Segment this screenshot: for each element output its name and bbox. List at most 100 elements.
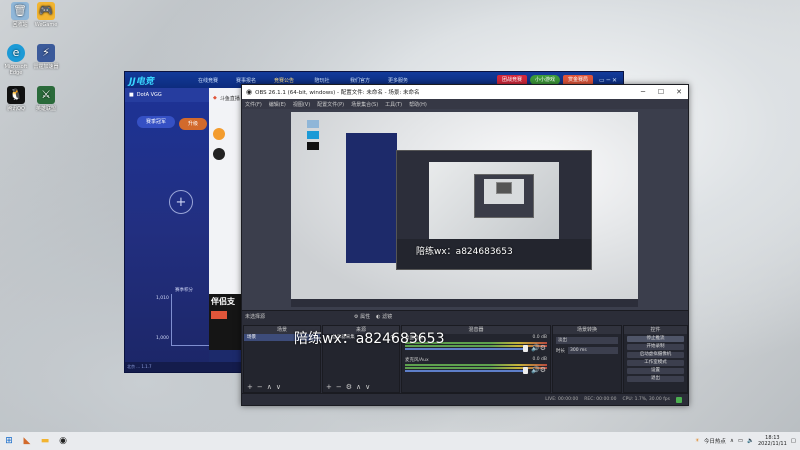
score-mini-chart: 1,010 1,000 bbox=[156, 294, 209, 346]
promo-card[interactable]: 伴侣支 bbox=[209, 294, 244, 350]
obs-logo-icon bbox=[213, 148, 225, 160]
transition-select[interactable]: 淡出 bbox=[556, 337, 618, 344]
taskbar-esports-icon[interactable]: ◣ bbox=[18, 432, 36, 450]
douyu-icon: ◆ bbox=[213, 95, 217, 101]
taskbar-folder-icon[interactable]: ▬ bbox=[36, 432, 54, 450]
obs-app-icon: ◉ bbox=[246, 88, 253, 96]
obs-window[interactable]: ◉ OBS 26.1.1 (64-bit, windows) - 配置文件: 未… bbox=[241, 84, 689, 406]
live-indicator: LIVE: 00:00:00 bbox=[545, 397, 579, 402]
minimize-icon[interactable]: ─ bbox=[634, 88, 652, 96]
nested-desktop-icons bbox=[307, 120, 319, 164]
qq-penguin-icon: 🐧 bbox=[7, 86, 25, 104]
volume-icon[interactable]: 🔈 bbox=[747, 438, 754, 444]
menu-help[interactable]: 帮助(H) bbox=[409, 101, 427, 108]
down-icon[interactable]: ∨ bbox=[276, 383, 281, 391]
weather-icon: ☀ bbox=[694, 438, 700, 444]
volume-knob[interactable] bbox=[523, 345, 528, 352]
edge-icon: e bbox=[7, 44, 25, 62]
nested-esports-window bbox=[346, 133, 397, 263]
recycle-bin-icon: 🗑 bbox=[11, 2, 29, 20]
exit-button[interactable]: 退出 bbox=[627, 376, 684, 382]
transitions-dock: 场景转换 淡出 时长 300 ms bbox=[552, 325, 622, 393]
maximize-icon[interactable]: ☐ bbox=[652, 88, 670, 96]
dota-icon: ■ bbox=[129, 92, 134, 98]
upgrade-tag[interactable]: 升级 bbox=[179, 118, 207, 130]
menu-view[interactable]: 视图(V) bbox=[293, 101, 310, 108]
volume-slider[interactable] bbox=[405, 370, 526, 372]
start-recording-button[interactable]: 开始录制 bbox=[627, 344, 684, 350]
studio-mode-button[interactable]: 工作室模式 bbox=[627, 360, 684, 366]
remove-icon[interactable]: − bbox=[257, 383, 263, 391]
virtual-camera-button[interactable]: 启动虚拟摄像机 bbox=[627, 352, 684, 358]
season-badge[interactable]: 赛季冠军 bbox=[137, 116, 175, 128]
up-icon[interactable]: ∧ bbox=[267, 383, 272, 391]
stop-streaming-button[interactable]: 停止推流 bbox=[627, 336, 684, 342]
add-icon[interactable]: + bbox=[247, 383, 253, 391]
desktop-icon-accelerator[interactable]: ⚡ 雷霆加速器 bbox=[28, 44, 64, 70]
wegame-icon: 🎮 bbox=[37, 2, 55, 20]
controls-dock: 控件 停止推流 开始录制 启动虚拟摄像机 工作室模式 设置 退出 bbox=[623, 325, 688, 393]
desktop-icon-wegame[interactable]: 🎮 WeGame bbox=[28, 2, 64, 28]
down-icon[interactable]: ∨ bbox=[365, 383, 370, 391]
chart-label: 赛季积分 bbox=[175, 288, 193, 293]
menu-scene-collection[interactable]: 场景集合(S) bbox=[351, 101, 378, 108]
nav-item[interactable]: 赛事报名 bbox=[227, 77, 265, 84]
remove-icon[interactable]: − bbox=[336, 383, 342, 391]
chevron-up-icon[interactable]: ∧ bbox=[730, 438, 734, 444]
taskbar: ⊞ ◣ ▬ ◉ ☀ 今日热点 ∧ ▭ 🔈 18:13 2022/11/11 ▢ bbox=[0, 432, 800, 450]
esports-logo: JJ电竞 bbox=[129, 76, 154, 87]
menu-tools[interactable]: 工具(T) bbox=[385, 101, 402, 108]
mixer-channel-mic: 麦克风/Aux 0.0 dB 🔊⚙ bbox=[405, 357, 547, 374]
close-icon[interactable]: ✕ bbox=[670, 88, 688, 96]
sidebar-game-tab[interactable]: ■ DotA VGG bbox=[125, 88, 209, 102]
speaker-icon[interactable]: 🔊⚙ bbox=[531, 366, 546, 374]
nav-item[interactable]: 陪玩社 bbox=[303, 77, 341, 84]
dock-watermark: 陪练wx：a824683653 bbox=[294, 331, 445, 347]
nav-item-active[interactable]: 竞赛公告 bbox=[265, 77, 303, 84]
hot-topics[interactable]: 今日热点 bbox=[704, 437, 726, 445]
system-tray: ☀ 今日热点 ∧ ▭ 🔈 18:13 2022/11/11 ▢ bbox=[695, 435, 800, 447]
filters-button[interactable]: ◐ 滤镜 bbox=[376, 313, 392, 320]
source-toolbar: 未选择源 ⚙ 属性 ◐ 滤镜 bbox=[242, 310, 688, 322]
start-windows-icon[interactable]: ⊞ bbox=[0, 432, 18, 450]
obs-title-bar: ◉ OBS 26.1.1 (64-bit, windows) - 配置文件: 未… bbox=[242, 85, 688, 99]
stream-health-icon bbox=[676, 396, 682, 403]
properties-button[interactable]: ⚙ 属性 bbox=[354, 313, 370, 320]
nested-taskbar bbox=[291, 299, 638, 307]
taskbar-obs-icon[interactable]: ◉ bbox=[54, 432, 72, 450]
volume-knob[interactable] bbox=[523, 367, 528, 374]
notification-icon[interactable]: ▢ bbox=[791, 438, 796, 444]
nav-item[interactable]: 更多服务 bbox=[379, 77, 417, 84]
obs-menu-bar: 文件(F) 编辑(E) 视图(V) 配置文件(P) 场景集合(S) 工具(T) … bbox=[242, 99, 688, 109]
clock[interactable]: 18:13 2022/11/11 bbox=[758, 435, 787, 447]
menu-edit[interactable]: 编辑(E) bbox=[269, 101, 286, 108]
nav-item[interactable]: 在线竞赛 bbox=[189, 77, 227, 84]
window-controls[interactable]: ▭ ─ ✕ bbox=[593, 77, 623, 84]
add-icon[interactable]: + bbox=[326, 383, 332, 391]
avatar[interactable] bbox=[213, 128, 225, 140]
gear-icon[interactable]: ⚙ bbox=[346, 383, 352, 391]
cpu-fps: CPU: 1.7%, 30.00 fps bbox=[622, 397, 671, 402]
nav-item[interactable]: 我们官方 bbox=[341, 77, 379, 84]
menu-file[interactable]: 文件(F) bbox=[245, 101, 262, 108]
accelerator-icon: ⚡ bbox=[37, 44, 55, 62]
filter-icon: ◐ bbox=[376, 314, 381, 320]
lol-icon: ⚔ bbox=[37, 86, 55, 104]
settings-button[interactable]: 设置 bbox=[627, 368, 684, 374]
rec-indicator: REC: 00:00:00 bbox=[584, 397, 617, 402]
up-icon[interactable]: ∧ bbox=[356, 383, 361, 391]
duration-input[interactable]: 300 ms bbox=[568, 347, 618, 354]
desktop-icon-lol[interactable]: ⚔ 英雄联盟 bbox=[28, 86, 64, 112]
no-source-selected: 未选择源 bbox=[245, 314, 266, 320]
add-team-plus-icon[interactable]: + bbox=[169, 190, 193, 214]
speaker-icon[interactable]: 🔊⚙ bbox=[531, 344, 546, 352]
menu-profile[interactable]: 配置文件(P) bbox=[317, 101, 344, 108]
network-icon[interactable]: ▭ bbox=[738, 438, 743, 444]
obs-title: OBS 26.1.1 (64-bit, windows) - 配置文件: 未命名… bbox=[255, 90, 420, 96]
preview-watermark: 陪练wx：a824683653 bbox=[416, 247, 513, 257]
obs-status-bar: LIVE: 00:00:00 REC: 00:00:00 CPU: 1.7%, … bbox=[242, 393, 688, 405]
volume-slider[interactable] bbox=[405, 348, 526, 350]
gear-icon: ⚙ bbox=[354, 314, 359, 320]
preview-canvas: 陪练wx：a824683653 bbox=[291, 112, 638, 307]
obs-preview-area[interactable]: 陪练wx：a824683653 bbox=[242, 109, 688, 310]
